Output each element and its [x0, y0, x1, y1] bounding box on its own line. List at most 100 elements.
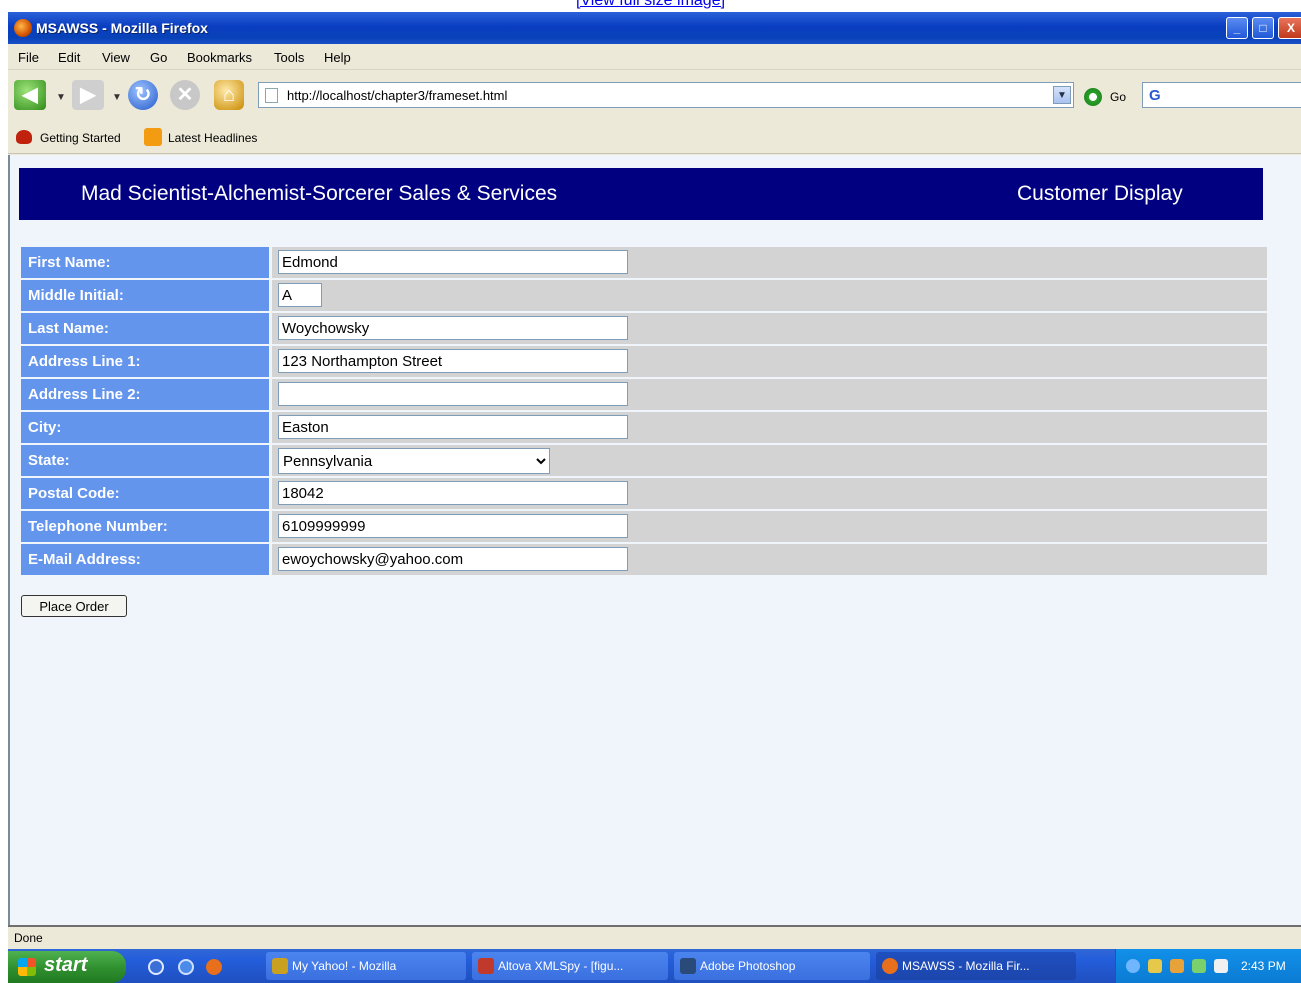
taskbar-item-msawss[interactable]: MSAWSS - Mozilla Fir...: [876, 952, 1076, 980]
address-line-2-cell: [272, 379, 1267, 410]
go-button-label[interactable]: Go: [1110, 90, 1126, 104]
menu-go[interactable]: Go: [150, 50, 167, 65]
title-bar[interactable]: MSAWSS - Mozilla Firefox _ □ X: [8, 12, 1301, 44]
menu-help[interactable]: Help: [324, 50, 351, 65]
browser-window: MSAWSS - Mozilla Firefox _ □ X File Edit…: [8, 12, 1301, 983]
address-line-1-input[interactable]: [278, 349, 628, 373]
menu-bar: File Edit View Go Bookmarks Tools Help: [8, 44, 1301, 70]
menu-tools[interactable]: Tools: [274, 50, 304, 65]
maximize-button[interactable]: □: [1252, 17, 1274, 39]
city-input[interactable]: [278, 415, 628, 439]
taskbar-item-label: Altova XMLSpy - [figu...: [498, 959, 624, 973]
state-select[interactable]: Pennsylvania: [278, 448, 550, 474]
last-name-input[interactable]: [278, 316, 628, 340]
page-icon: [265, 88, 278, 103]
volume-icon[interactable]: [1148, 959, 1162, 973]
telephone-label: Telephone Number:: [21, 511, 269, 542]
forward-dropdown-icon[interactable]: ▼: [112, 92, 122, 103]
address-line-2-label: Address Line 2:: [21, 379, 269, 410]
url-dropdown-icon[interactable]: ▼: [1053, 86, 1071, 104]
home-icon[interactable]: ⌂: [214, 80, 244, 110]
menu-file[interactable]: File: [18, 50, 39, 65]
form-row-address-2: Address Line 2:: [21, 378, 1267, 411]
security-icon[interactable]: [1170, 959, 1184, 973]
tray-app-icon-2[interactable]: [1214, 959, 1228, 973]
email-label: E-Mail Address:: [21, 544, 269, 575]
reload-icon[interactable]: ↻: [128, 80, 158, 110]
form-row-postal-code: Postal Code:: [21, 477, 1267, 510]
status-text: Done: [14, 931, 43, 945]
taskbar-item-photoshop[interactable]: Adobe Photoshop: [674, 952, 870, 980]
status-bar: Done: [8, 925, 1301, 949]
company-name: Mad Scientist-Alchemist-Sorcerer Sales &…: [81, 182, 558, 205]
firefox-icon: [14, 19, 32, 37]
address-line-2-input[interactable]: [278, 382, 628, 406]
place-order-button[interactable]: Place Order: [21, 595, 127, 617]
url-text[interactable]: http://localhost/chapter3/frameset.html: [287, 88, 507, 103]
windows-logo-icon: [18, 958, 36, 976]
taskbar-item-label: MSAWSS - Mozilla Fir...: [902, 959, 1030, 973]
email-input[interactable]: [278, 547, 628, 571]
taskbar-item-label: My Yahoo! - Mozilla: [292, 959, 397, 973]
page-content: Mad Scientist-Alchemist-Sorcerer Sales &…: [8, 155, 1301, 925]
state-cell: Pennsylvania: [272, 445, 1267, 476]
url-bar[interactable]: http://localhost/chapter3/frameset.html …: [258, 82, 1074, 108]
bookmarks-toolbar: Getting Started Latest Headlines: [8, 120, 1301, 154]
close-button[interactable]: X: [1278, 17, 1301, 39]
first-name-input[interactable]: [278, 250, 628, 274]
bookmark-latest-headlines[interactable]: Latest Headlines: [168, 131, 257, 145]
postal-code-input[interactable]: [278, 481, 628, 505]
taskbar-item-xmlspy[interactable]: Altova XMLSpy - [figu...: [472, 952, 668, 980]
minimize-button[interactable]: _: [1226, 17, 1248, 39]
middle-initial-label: Middle Initial:: [21, 280, 269, 311]
window-title: MSAWSS - Mozilla Firefox: [36, 20, 208, 36]
middle-initial-cell: [272, 280, 1267, 311]
menu-edit[interactable]: Edit: [58, 50, 80, 65]
system-tray: 2:43 PM: [1115, 949, 1301, 983]
page-title: Customer Display: [1017, 182, 1183, 205]
email-cell: [272, 544, 1267, 575]
firefox-quicklaunch-icon[interactable]: [206, 959, 222, 975]
menu-view[interactable]: View: [102, 50, 130, 65]
last-name-cell: [272, 313, 1267, 344]
rss-feed-icon: [144, 128, 162, 146]
show-desktop-icon[interactable]: [148, 959, 164, 975]
view-full-size-link[interactable]: [View full size image]: [576, 0, 725, 9]
menu-bookmarks[interactable]: Bookmarks: [187, 50, 252, 65]
google-search-icon: G: [1149, 87, 1161, 104]
page-banner: Mad Scientist-Alchemist-Sorcerer Sales &…: [19, 168, 1263, 220]
postal-code-label: Postal Code:: [21, 478, 269, 509]
navigation-toolbar: ◀ ▼ ▶ ▼ ↻ ✕ ⌂ http://localhost/chapter3/…: [8, 70, 1301, 120]
forward-arrow-icon[interactable]: ▶: [72, 80, 104, 110]
windows-taskbar: start My Yahoo! - Mozilla Altova XMLSpy …: [8, 949, 1301, 983]
search-box[interactable]: G: [1142, 82, 1301, 108]
start-label: start: [44, 954, 88, 976]
form-row-middle-initial: Middle Initial:: [21, 279, 1267, 312]
stop-icon[interactable]: ✕: [170, 80, 200, 110]
last-name-label: Last Name:: [21, 313, 269, 344]
start-button[interactable]: start: [8, 951, 126, 983]
network-icon[interactable]: [1126, 959, 1140, 973]
middle-initial-input[interactable]: [278, 283, 322, 307]
view-full-size-link-wrapper: [View full size image]: [0, 0, 1301, 12]
clock[interactable]: 2:43 PM: [1241, 959, 1286, 973]
back-arrow-icon[interactable]: ◀: [14, 80, 46, 110]
bookmark-getting-started[interactable]: Getting Started: [40, 131, 121, 145]
photoshop-icon: [680, 958, 696, 974]
postal-code-cell: [272, 478, 1267, 509]
tray-app-icon[interactable]: [1192, 959, 1206, 973]
form-row-email: E-Mail Address:: [21, 543, 1267, 576]
form-row-last-name: Last Name:: [21, 312, 1267, 345]
form-row-address-1: Address Line 1:: [21, 345, 1267, 378]
telephone-cell: [272, 511, 1267, 542]
go-icon[interactable]: [1084, 88, 1102, 106]
form-row-city: City:: [21, 411, 1267, 444]
city-cell: [272, 412, 1267, 443]
internet-explorer-icon[interactable]: [178, 959, 194, 975]
telephone-input[interactable]: [278, 514, 628, 538]
address-line-1-cell: [272, 346, 1267, 377]
first-name-label: First Name:: [21, 247, 269, 278]
taskbar-item-my-yahoo[interactable]: My Yahoo! - Mozilla: [266, 952, 466, 980]
form-row-state: State: Pennsylvania: [21, 444, 1267, 477]
back-dropdown-icon[interactable]: ▼: [56, 92, 66, 103]
